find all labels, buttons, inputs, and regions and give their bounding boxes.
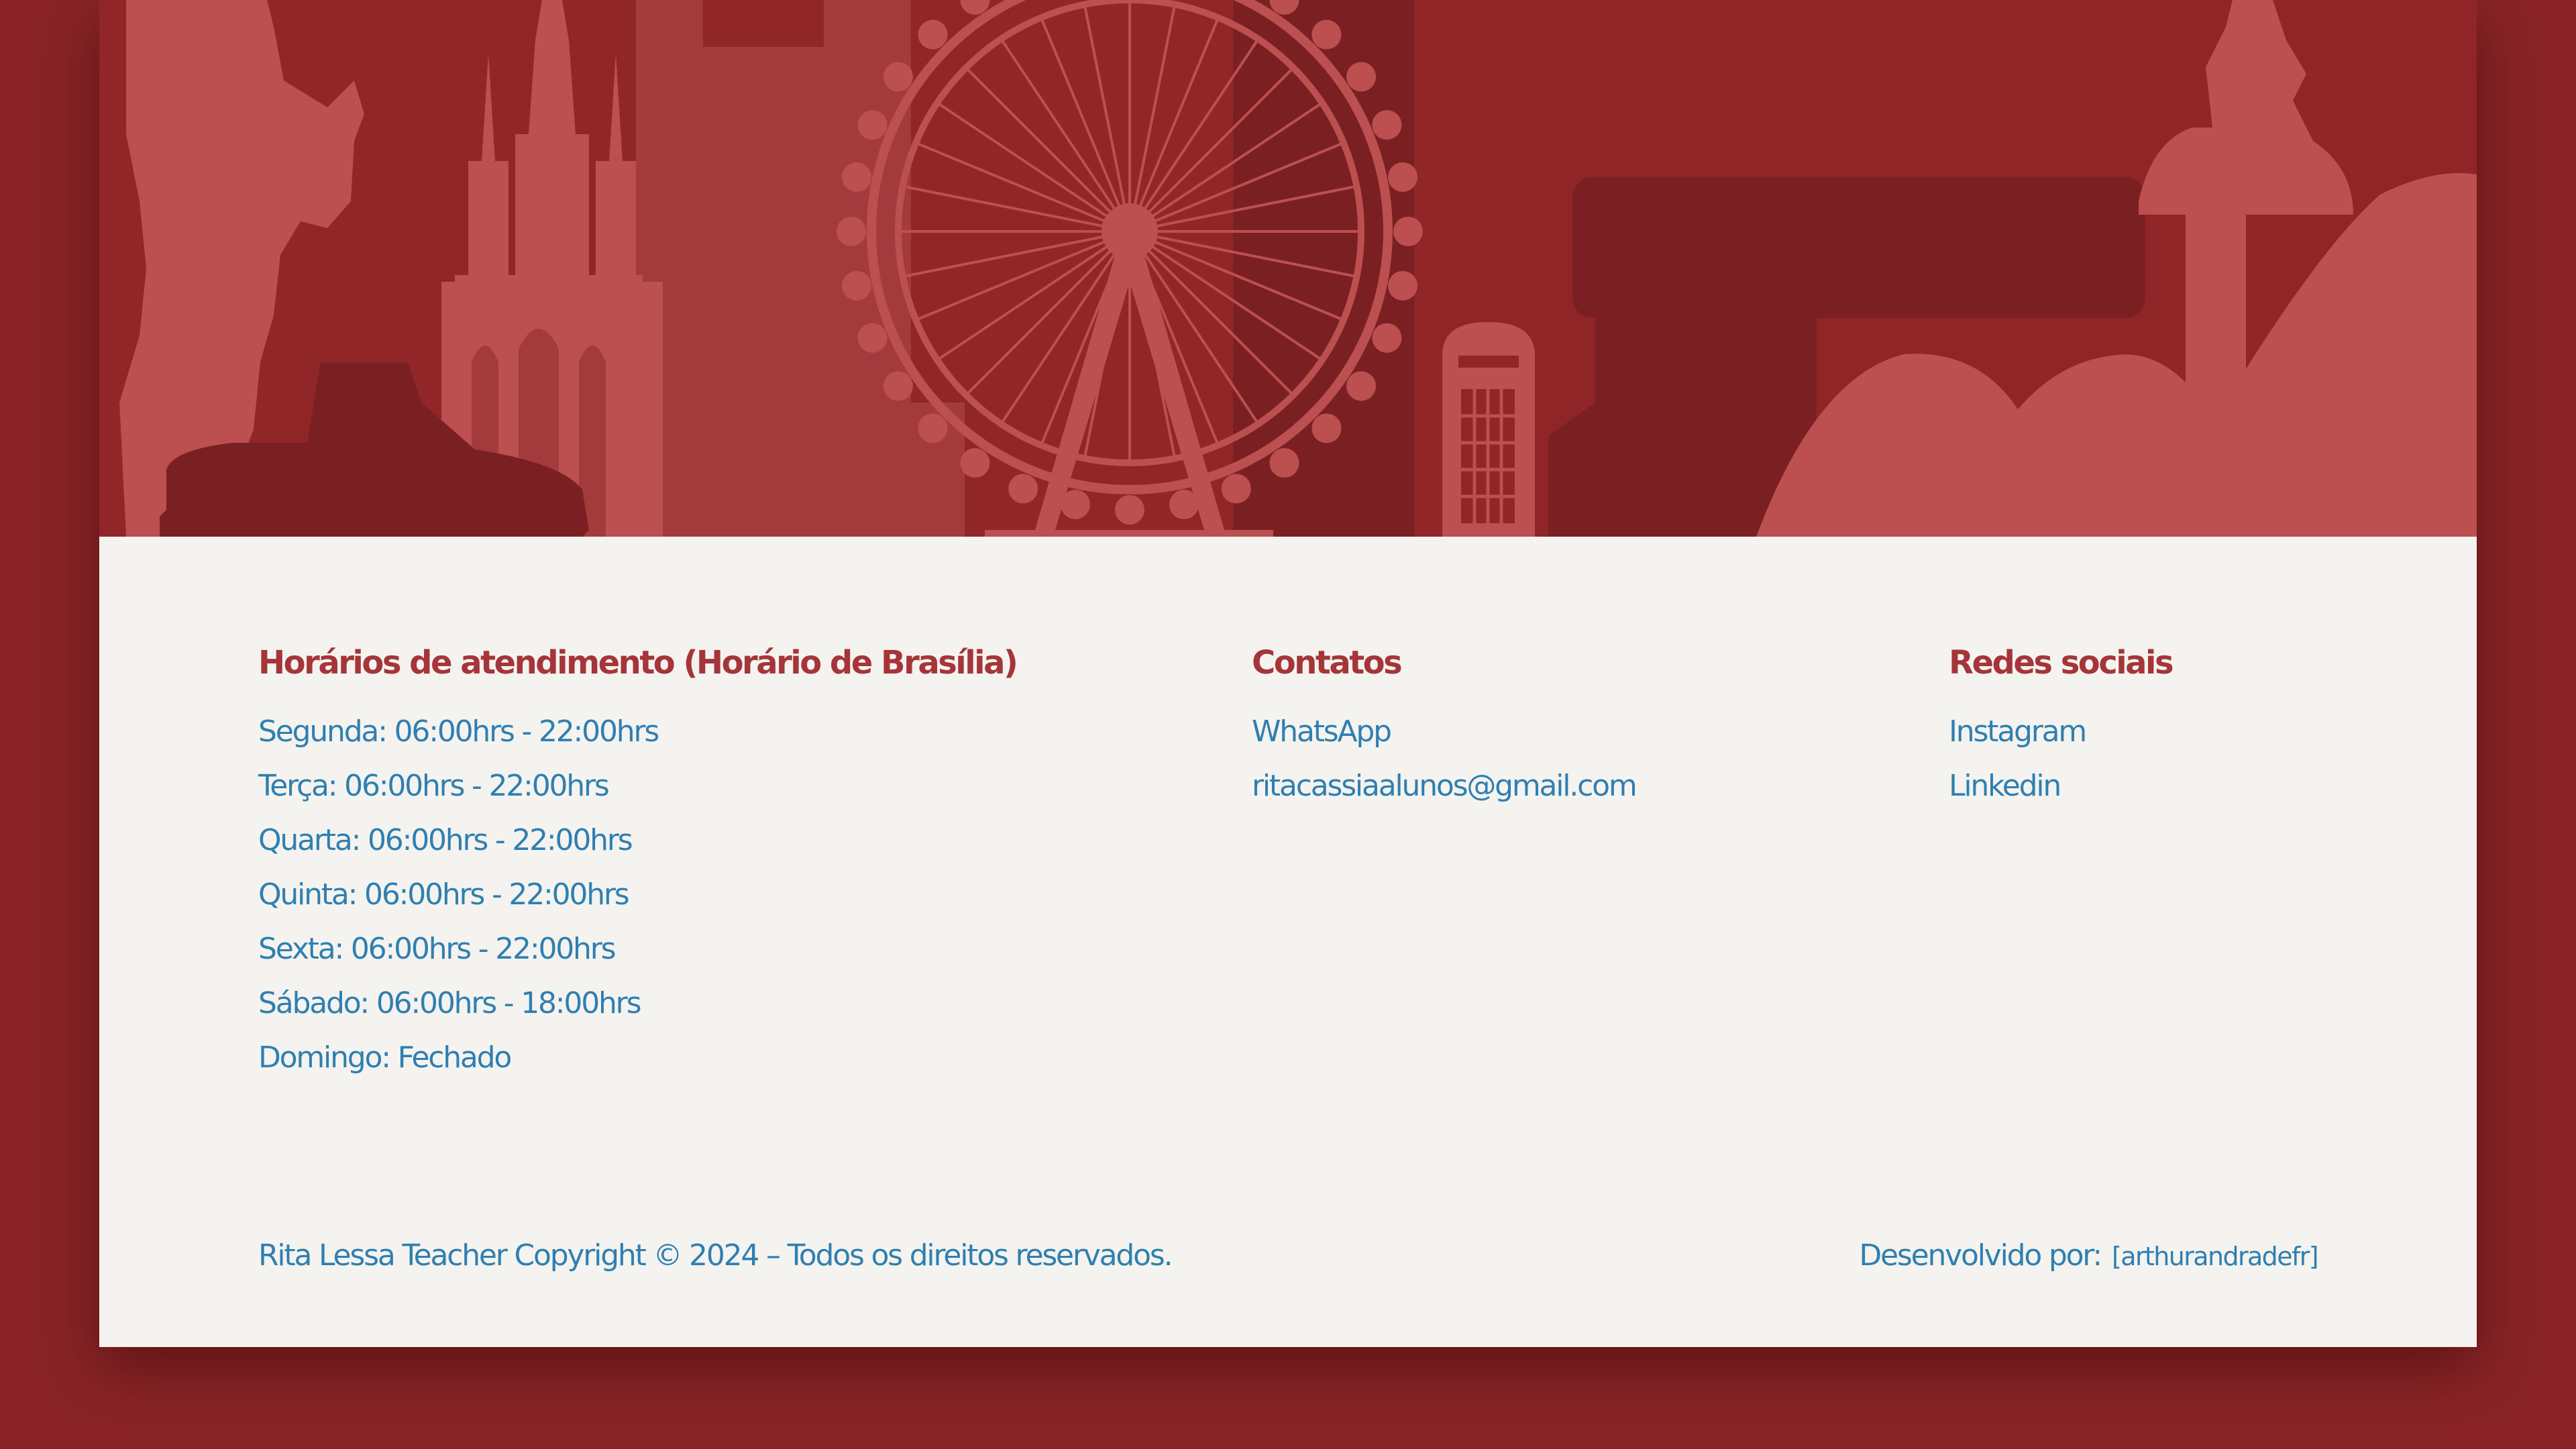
eye-pod [918,413,948,443]
hours-sunday: Domingo: Fechado [258,1040,512,1075]
eye-pod [883,371,913,401]
social-list: Instagram Linkedin [1949,704,2172,813]
developer-link[interactable]: [arthurandradefr] [2112,1242,2319,1271]
eye-pod [1372,323,1402,353]
contacts-item: ritacassiaalunos@gmail.com [1252,759,1638,813]
hours-thursday: Quinta: 06:00hrs - 22:00hrs [258,877,630,912]
hours-wednesday: Quarta: 06:00hrs - 22:00hrs [258,823,633,857]
eye-pod [1372,110,1402,140]
social-item: Linkedin [1949,759,2172,813]
contacts-item: WhatsApp [1252,704,1636,759]
eye-pod [1346,62,1377,92]
eye-pod [883,62,913,92]
contacts-list: WhatsApp ritacassiaalunos@gmail.com [1252,704,1638,813]
email-link[interactable]: ritacassiaalunos@gmail.com [1252,769,1638,803]
footer-card: Horários de atendimento (Horário de Bras… [99,0,2477,1347]
social-section: Redes sociais Instagram Linkedin [1949,644,2174,813]
eye-pod [1269,448,1299,478]
eye-pod [960,448,990,478]
social-title: Redes sociais [1949,644,2174,682]
eye-pod [1115,495,1144,525]
eye-pod [837,217,866,246]
eye-pod [841,270,871,301]
site-footer: Horários de atendimento (Horário de Bras… [99,537,2477,1347]
eye-pod [1221,474,1251,504]
opening-hours-title: Horários de atendimento (Horário de Bras… [258,644,1018,682]
eye-pod [1008,474,1038,504]
eye-pod [857,323,888,353]
instagram-link[interactable]: Instagram [1949,714,2087,749]
eye-pod [1388,270,1418,301]
london-skyline-illustration [99,0,2477,537]
linkedin-link[interactable]: Linkedin [1949,769,2061,803]
page: Horários de atendimento (Horário de Bras… [0,0,2576,1449]
developer-credit: Desenvolvido por: [arthurandradefr] [1859,1238,2318,1273]
eye-pod [918,19,948,50]
eye-pod [1346,371,1377,401]
hours-friday: Sexta: 06:00hrs - 22:00hrs [258,932,616,966]
developer-label: Desenvolvido por: [1859,1238,2102,1273]
contacts-title: Contatos [1252,644,1403,682]
whatsapp-link[interactable]: WhatsApp [1252,714,1392,749]
opening-hours-section: Horários de atendimento (Horário de Bras… [258,644,1018,1085]
eye-pod [1311,19,1342,50]
copyright-text: Rita Lessa Teacher Copyright © 2024 – To… [258,1238,1173,1273]
phone-booth [1442,322,1535,537]
hours-monday: Segunda: 06:00hrs - 22:00hrs [258,714,659,749]
eye-pod [857,110,888,140]
eye-pod [1311,413,1342,443]
eye-pod [1388,162,1418,193]
contacts-section: Contatos WhatsApp ritacassiaalunos@gmail… [1252,644,1638,813]
hours-saturday: Sábado: 06:00hrs - 18:00hrs [258,986,642,1020]
social-item: Instagram [1949,704,2172,759]
opening-hours-list: Segunda: 06:00hrs - 22:00hrs Terça: 06:0… [258,704,1016,1085]
hours-tuesday: Terça: 06:00hrs - 22:00hrs [258,769,610,803]
eye-pod [1393,217,1423,246]
eye-pod [841,162,871,193]
